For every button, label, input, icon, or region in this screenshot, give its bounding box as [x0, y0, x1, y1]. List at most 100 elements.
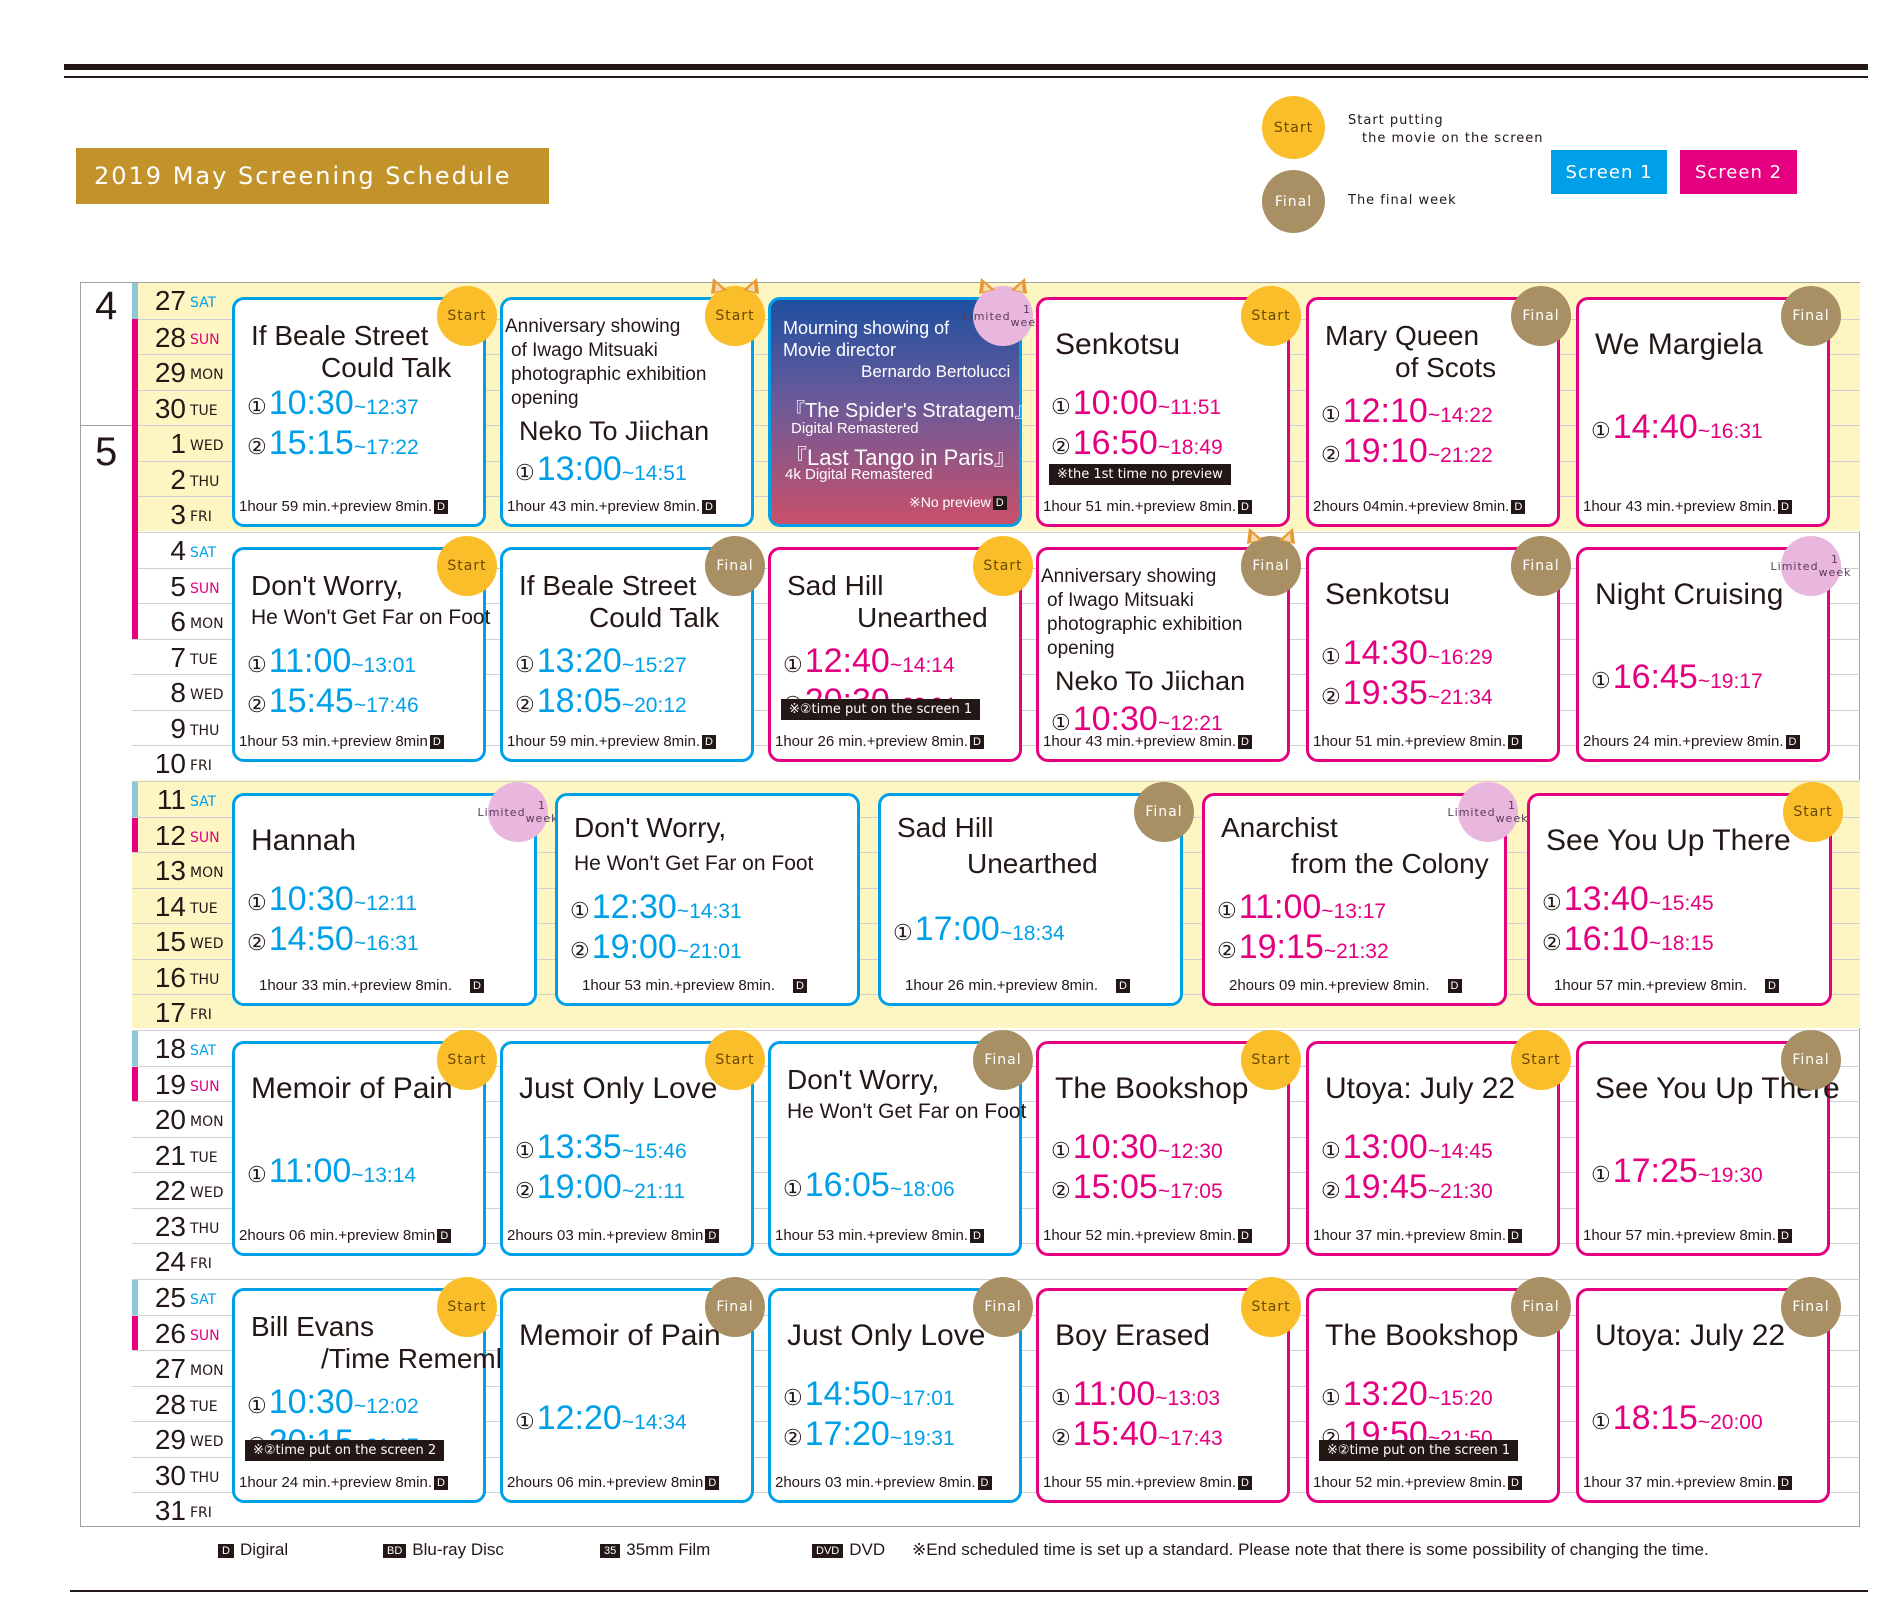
running-time: 2hours 09 min.+preview 8min. D: [1229, 977, 1462, 994]
start-badge: Start: [1241, 1277, 1301, 1337]
end-time: ~16:31: [353, 932, 419, 955]
start-time: 19:00: [536, 1168, 622, 1206]
day-name: THU: [190, 1469, 220, 1486]
showtime-1: ①13:35~15:46: [515, 1128, 687, 1167]
day-name: TUE: [190, 651, 218, 668]
end-time: ~14:51: [621, 462, 687, 485]
card-title-line: photographic exhibition: [511, 364, 707, 385]
showtime-1: ①14:30~16:29: [1321, 634, 1493, 673]
day-name: WED: [190, 1434, 224, 1451]
end-time: ~14:31: [676, 900, 742, 923]
running-time-text: 1hour 51 min.+preview 8min.: [1043, 498, 1237, 515]
day-name: FRI: [190, 758, 212, 775]
end-time: ~17:05: [1157, 1180, 1223, 1203]
day-number: 13: [154, 855, 186, 887]
end-time: ~13:17: [1321, 900, 1387, 923]
day-number: 5: [170, 570, 186, 602]
end-time: ~19:31: [889, 1427, 955, 1450]
movie-card: Memoir of Pain ①11:00~13:14 2hours 06 min.…: [232, 1030, 497, 1256]
end-time: ~17:46: [353, 694, 419, 717]
day-number: 26: [154, 1317, 186, 1349]
start-time: 18:15: [1612, 1399, 1698, 1437]
footer-bluray: BD Blu-ray Disc: [383, 1540, 504, 1560]
card-title: Bill Evans: [251, 1311, 374, 1342]
month-divider: [80, 425, 132, 426]
day-name: THU: [190, 722, 220, 739]
running-time-text: 1hour 26 min.+preview 8min.: [905, 977, 1099, 994]
day-number: 12: [154, 819, 186, 851]
digital-mark: D: [470, 979, 485, 994]
month-label-may: 5: [95, 430, 118, 474]
day-name: SUN: [190, 1078, 220, 1095]
running-time-text: 2hours 24 min.+preview 8min.: [1583, 733, 1784, 750]
running-time: 1hour 33 min.+preview 8min. D: [259, 977, 485, 994]
circled-one-icon: ①: [893, 920, 913, 945]
card-title-line: Bernardo Bertolucci: [861, 362, 1011, 381]
showtime-2: ②15:05~17:05: [1051, 1168, 1223, 1207]
legend-screen2: Screen 2: [1680, 150, 1797, 194]
circled-two-icon: ②: [1321, 442, 1341, 467]
day-name: MON: [190, 865, 224, 882]
showtime-1: ①11:00~13:01: [247, 642, 416, 681]
digital-mark: D: [1116, 979, 1131, 994]
end-time: ~15:27: [621, 654, 687, 677]
running-time: 1hour 26 min.+preview 8min. D: [775, 733, 985, 750]
final-badge: Final: [1781, 1277, 1841, 1337]
card-title-line: Digital Remastered: [791, 420, 919, 437]
showtime-1: ①14:50~17:01: [783, 1375, 955, 1414]
day-name: SAT: [190, 1042, 217, 1059]
end-time: ~15:20: [1427, 1387, 1493, 1410]
card-title: Boy Erased: [1055, 1319, 1211, 1352]
end-time: ~21:32: [1323, 940, 1389, 963]
showtime-2: ②17:20~19:31: [783, 1415, 955, 1454]
day-number: 29: [154, 357, 186, 389]
circled-one-icon: ①: [1051, 1385, 1071, 1410]
running-time-text: 2hours 04min.+preview 8min.: [1313, 498, 1510, 515]
start-time: 13:40: [1563, 880, 1649, 918]
digital-mark: D: [1238, 1229, 1253, 1244]
showtime-1: ①16:05~18:06: [783, 1166, 955, 1205]
final-badge: Final: [705, 536, 765, 596]
start-time: 10:30: [1072, 1128, 1158, 1166]
digital-mark: D: [429, 735, 444, 750]
card-title-line: Neko To Jiichan: [519, 416, 710, 446]
movie-card: If Beale Street Could Talk ①13:20~15:27 ②18…: [500, 536, 765, 762]
day-number: 15: [154, 926, 186, 958]
circled-one-icon: ①: [1051, 710, 1071, 735]
digital-mark: D: [1238, 735, 1253, 750]
showtime-1: ①17:00~18:34: [893, 910, 1065, 949]
running-time: 1hour 26 min.+preview 8min. D: [905, 977, 1131, 994]
start-time: 17:00: [914, 910, 1000, 948]
card-title: Senkotsu: [1055, 328, 1181, 361]
cat-ears-icon: [979, 278, 1027, 294]
circled-one-icon: ①: [515, 1409, 535, 1434]
running-time-text: 1hour 43 min.+preview 8min.: [1583, 498, 1777, 515]
digital-mark: D: [437, 1229, 452, 1244]
movie-card: Don't Worry, He Won't Get Far on Foot ①12:…: [555, 793, 860, 1006]
limited-badge: Limited 1 week: [963, 286, 1042, 346]
limited-badge-line1: Limited: [962, 309, 1011, 323]
final-badge: Final: [973, 1030, 1033, 1090]
digital-mark: D: [705, 1229, 720, 1244]
movie-card: Anniversary showing of Iwago Mitsuaki phot…: [1036, 528, 1301, 762]
end-time: ~21:11: [621, 1180, 686, 1203]
circled-one-icon: ①: [1321, 1138, 1341, 1163]
running-time: 1hour 57 min.+preview 8min. D: [1554, 977, 1780, 994]
card-title-line: Neko To Jiichan: [1055, 666, 1246, 696]
running-time: 1hour 51 min.+preview 8min. D: [1043, 498, 1253, 515]
cat-ears-icon: [1247, 528, 1295, 544]
saturday-marker: [132, 781, 138, 818]
cat-ears-icon: [711, 278, 759, 294]
running-time: 1hour 59 min.+preview 8min. D: [239, 498, 449, 515]
day-number: 6: [170, 606, 186, 638]
start-time: 12:10: [1342, 392, 1428, 430]
circled-one-icon: ①: [1321, 1385, 1341, 1410]
end-time: ~18:06: [889, 1178, 955, 1201]
start-time: 13:00: [536, 450, 622, 488]
final-badge: Final: [1511, 286, 1571, 346]
end-time: ~19:30: [1697, 1164, 1763, 1187]
card-title-line: photographic exhibition: [1047, 614, 1243, 635]
card-subtitle: He Won't Get Far on Foot: [574, 852, 814, 875]
circled-one-icon: ①: [783, 1385, 803, 1410]
circled-two-icon: ②: [247, 434, 267, 459]
